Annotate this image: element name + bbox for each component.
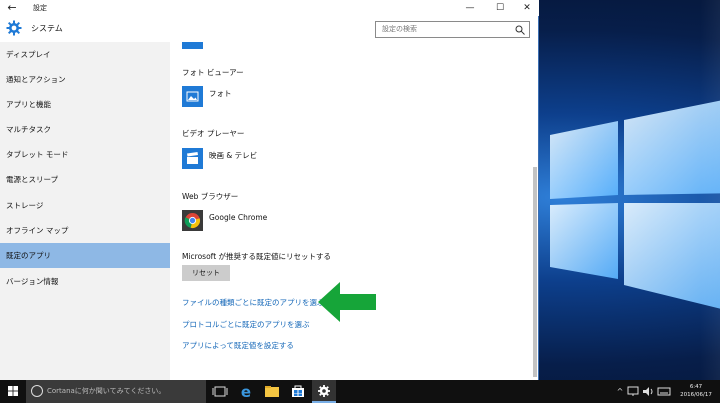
choose-by-file-type-link[interactable]: ファイルの種類ごとに既定のアプリを選ぶ [182, 297, 325, 308]
back-button[interactable]: ← [4, 0, 20, 16]
windows-logo-wallpaper [550, 100, 720, 309]
photos-app-name: フォト [209, 89, 232, 98]
windows-start-icon [8, 386, 18, 396]
minimize-button[interactable]: — [455, 0, 485, 16]
folder-icon [265, 386, 279, 397]
store-icon [292, 385, 304, 397]
photo-viewer-label: フォト ビューアー [182, 68, 244, 77]
previous-app-tile[interactable] [182, 42, 203, 49]
reset-description: Microsoft が推奨する既定値にリセットする [182, 252, 332, 261]
close-button[interactable]: ✕ [512, 0, 542, 16]
set-defaults-by-app-link[interactable]: アプリによって既定値を設定する [182, 340, 294, 351]
search-input[interactable]: 設定の検索 [382, 22, 417, 37]
movies-app-icon [182, 148, 203, 169]
search-icon[interactable] [515, 25, 525, 35]
settings-window: ← 設定 — ☐ ✕ システム 設定の検索 ディスプレイ 通知とアクション アプ… [0, 0, 539, 380]
volume-icon[interactable] [642, 386, 654, 397]
network-icon[interactable] [627, 386, 639, 397]
web-browser-app[interactable]: Google Chrome [182, 210, 382, 232]
window-title: 設定 [33, 4, 47, 12]
file-explorer-taskbar-button[interactable] [260, 380, 284, 403]
gear-icon [6, 20, 22, 36]
clock-time: 6:47 [689, 384, 703, 390]
video-player-label: ビデオ プレーヤー [182, 129, 245, 138]
sidebar-item-display[interactable]: ディスプレイ [0, 42, 170, 67]
settings-taskbar-button[interactable] [312, 380, 336, 403]
store-taskbar-button[interactable] [286, 380, 310, 403]
movies-app-name: 映画 & テレビ [209, 151, 258, 160]
taskbar: Cortanaに何か聞いてみてください。 e ^ 6:47 2016/06/17 [0, 380, 720, 403]
sidebar-item-storage[interactable]: ストレージ [0, 193, 170, 218]
clapperboard-icon [187, 152, 198, 164]
show-hidden-icons-chevron-icon[interactable]: ^ [614, 380, 626, 403]
picture-icon [186, 91, 199, 102]
web-browser-label: Web ブラウザー [182, 192, 239, 201]
maximize-button[interactable]: ☐ [485, 0, 515, 16]
search-box[interactable]: 設定の検索 [375, 21, 530, 38]
edge-icon: e [241, 383, 251, 401]
settings-gear-icon [318, 385, 330, 397]
main-content: フォト ビューアー フォト ビデオ プレーヤー 映画 & テレビ Web ブラウ… [170, 42, 532, 380]
photos-app-icon [182, 86, 203, 107]
chrome-app-icon [182, 210, 203, 231]
chrome-icon [184, 213, 200, 229]
cortana-icon [31, 385, 43, 397]
sidebar-item-multitasking[interactable]: マルチタスク [0, 117, 170, 142]
cortana-search-box[interactable]: Cortanaに何か聞いてみてください。 [26, 380, 206, 403]
scrollbar-thumb[interactable] [533, 167, 537, 377]
title-bar: ← 設定 — ☐ ✕ [0, 0, 539, 16]
video-player-app[interactable]: 映画 & テレビ [182, 148, 382, 170]
annotation-arrow-icon [318, 282, 376, 322]
keyboard-icon[interactable] [657, 386, 671, 397]
system-clock[interactable]: 6:47 2016/06/17 [676, 383, 716, 399]
svg-text:e: e [241, 383, 251, 401]
sidebar-item-about[interactable]: バージョン情報 [0, 269, 170, 294]
sidebar-nav: ディスプレイ 通知とアクション アプリと機能 マルチタスク タブレット モード … [0, 42, 170, 380]
page-title: システム [31, 24, 63, 33]
choose-by-protocol-link[interactable]: プロトコルごとに既定のアプリを選ぶ [182, 319, 310, 330]
cortana-placeholder: Cortanaに何か聞いてみてください。 [47, 387, 166, 395]
task-view-button[interactable] [208, 380, 232, 403]
chrome-app-name: Google Chrome [209, 213, 268, 222]
scrollbar[interactable] [532, 42, 538, 380]
edge-taskbar-button[interactable]: e [234, 380, 258, 403]
sidebar-item-apps-features[interactable]: アプリと機能 [0, 92, 170, 117]
sidebar-item-tablet-mode[interactable]: タブレット モード [0, 142, 170, 167]
sidebar-item-power-sleep[interactable]: 電源とスリープ [0, 167, 170, 192]
sidebar-item-offline-maps[interactable]: オフライン マップ [0, 218, 170, 243]
reset-button[interactable]: リセット [182, 265, 230, 281]
start-button[interactable] [0, 380, 26, 403]
sidebar-item-notifications[interactable]: 通知とアクション [0, 67, 170, 92]
sidebar-item-default-apps[interactable]: 既定のアプリ [0, 243, 170, 268]
photo-viewer-app[interactable]: フォト [182, 86, 382, 108]
settings-header: システム 設定の検索 [0, 16, 539, 42]
clock-date: 2016/06/17 [680, 392, 712, 398]
task-view-icon [212, 386, 228, 397]
